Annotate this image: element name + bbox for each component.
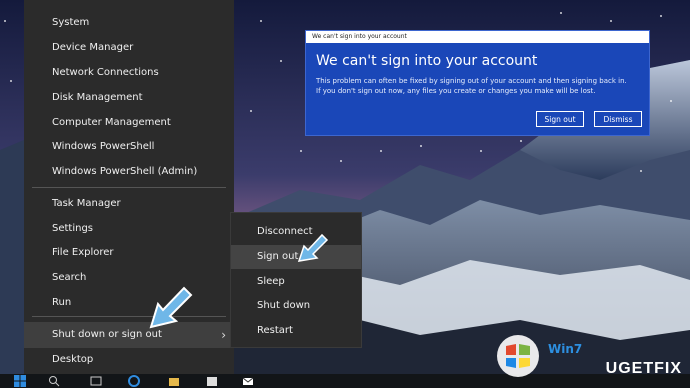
file-explorer-icon[interactable] <box>168 375 180 387</box>
chevron-right-icon: › <box>221 328 226 342</box>
menu-item-label: Computer Management <box>52 117 171 128</box>
submenu-item-label: Sleep <box>257 276 285 287</box>
menu-item-label: Disk Management <box>52 92 143 103</box>
menu-item-system[interactable]: System <box>24 11 234 35</box>
dialog-heading: We can't sign into your account <box>316 53 538 69</box>
submenu-item-label: Restart <box>257 325 293 336</box>
store-icon[interactable] <box>206 375 218 387</box>
submenu-item-sleep[interactable]: Sleep <box>231 270 361 294</box>
windows-logo-icon <box>497 335 539 377</box>
menu-item-network-connections[interactable]: Network Connections <box>24 61 234 85</box>
mail-icon[interactable] <box>242 375 254 387</box>
edge-browser-icon[interactable] <box>128 375 140 387</box>
power-user-menu: System Device Manager Network Connection… <box>24 0 234 374</box>
menu-item-desktop[interactable]: Desktop <box>24 348 234 372</box>
search-icon[interactable] <box>48 375 60 387</box>
menu-item-label: System <box>52 17 90 28</box>
pointer-arrow-icon <box>149 286 193 329</box>
menu-item-label: Settings <box>52 223 94 234</box>
menu-item-windows-powershell-admin[interactable]: Windows PowerShell (Admin) <box>24 160 234 184</box>
dismiss-button[interactable]: Dismiss <box>594 111 642 127</box>
menu-item-search[interactable]: Search <box>24 266 234 290</box>
pointer-arrow-icon <box>297 233 329 262</box>
win7-logo-text: Win7 <box>548 342 583 356</box>
menu-item-file-explorer[interactable]: File Explorer <box>24 241 234 265</box>
menu-item-settings[interactable]: Settings <box>24 217 234 241</box>
dialog-message: This problem can often be fixed by signi… <box>316 76 636 96</box>
watermark-logo: Win7 UGETFIX <box>494 334 684 380</box>
menu-item-label: Device Manager <box>52 42 134 53</box>
menu-separator <box>32 316 226 317</box>
menu-item-windows-powershell[interactable]: Windows PowerShell <box>24 135 234 159</box>
menu-item-shut-down-or-sign-out[interactable]: Shut down or sign out › <box>24 322 234 348</box>
sign-out-button[interactable]: Sign out <box>536 111 584 127</box>
menu-item-label: Windows PowerShell <box>52 141 155 152</box>
menu-item-label: Windows PowerShell (Admin) <box>52 166 198 177</box>
menu-item-device-manager[interactable]: Device Manager <box>24 36 234 60</box>
menu-item-label: Desktop <box>52 354 94 365</box>
menu-item-disk-management[interactable]: Disk Management <box>24 86 234 110</box>
submenu-item-shut-down[interactable]: Shut down <box>231 294 361 318</box>
submenu-item-label: Sign out <box>257 251 299 262</box>
menu-item-label: Network Connections <box>52 67 159 78</box>
menu-item-computer-management[interactable]: Computer Management <box>24 111 234 135</box>
submenu-item-restart[interactable]: Restart <box>231 319 361 343</box>
windows-start-icon[interactable] <box>14 375 26 387</box>
menu-item-label: Run <box>52 297 72 308</box>
brand-logo-text: UGETFIX <box>605 360 682 377</box>
dialog-message-line-1: This problem can often be fixed by signi… <box>316 77 627 85</box>
menu-separator <box>32 187 226 188</box>
menu-item-label: Search <box>52 272 87 283</box>
submenu-item-label: Shut down <box>257 300 311 311</box>
menu-item-task-manager[interactable]: Task Manager <box>24 192 234 216</box>
menu-item-label: File Explorer <box>52 247 114 258</box>
sign-in-error-dialog: We can't sign into your account We can't… <box>305 30 650 136</box>
dialog-titlebar: We can't sign into your account <box>306 31 649 43</box>
dialog-message-line-2: If you don't sign out now, any files you… <box>316 87 596 95</box>
task-view-icon[interactable] <box>90 375 102 387</box>
menu-item-run[interactable]: Run <box>24 291 234 315</box>
menu-item-label: Task Manager <box>52 198 121 209</box>
